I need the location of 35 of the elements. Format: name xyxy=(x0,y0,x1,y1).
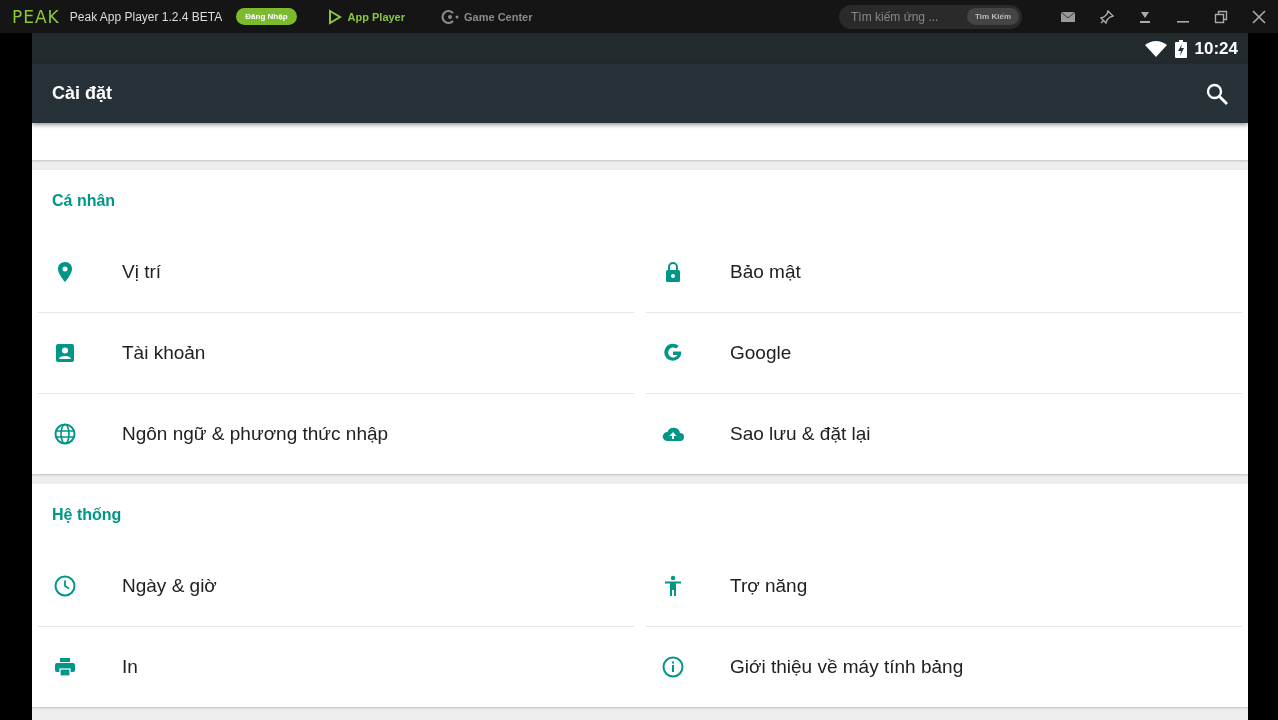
settings-item[interactable]: Vị trí xyxy=(38,232,634,313)
settings-item[interactable]: In xyxy=(38,627,634,707)
nav-tab[interactable]: App Player xyxy=(320,7,411,26)
app-logo: PEAK xyxy=(12,6,60,27)
toolbar-title: Cài đặt xyxy=(52,83,112,104)
app-title: Peak App Player 1.2.4 BETA xyxy=(69,9,223,24)
settings-item[interactable]: Bảo mật xyxy=(646,232,1242,313)
section-header: Hệ thống xyxy=(51,505,123,525)
printer-icon xyxy=(53,655,77,679)
restore-icon[interactable] xyxy=(1214,9,1228,24)
wifi-icon xyxy=(1144,40,1167,57)
settings-item[interactable]: Ngôn ngữ & phương thức nhập xyxy=(38,394,634,474)
settings-item[interactable]: Ngày & giờ xyxy=(38,546,634,627)
play-icon xyxy=(326,8,343,25)
battery-charging-icon xyxy=(1174,39,1187,58)
pin-icon[interactable] xyxy=(1100,9,1114,24)
close-icon[interactable] xyxy=(1252,9,1266,24)
search-icon[interactable] xyxy=(1205,81,1229,106)
status-time: 10:24 xyxy=(1194,38,1238,59)
globe-icon xyxy=(53,422,77,446)
settings-item[interactable]: Tài khoản xyxy=(38,313,634,394)
section-header: Cá nhân xyxy=(51,191,117,211)
account-icon xyxy=(53,341,77,365)
settings-item[interactable]: Google xyxy=(646,313,1242,394)
clock-icon xyxy=(53,574,77,598)
mail-icon[interactable] xyxy=(1060,10,1076,23)
download-icon[interactable] xyxy=(1138,9,1152,24)
settings-item[interactable]: Trợ năng xyxy=(646,546,1242,627)
nav-tab[interactable]: Game Center xyxy=(435,7,539,26)
search-button[interactable]: Tìm Kiếm xyxy=(967,8,1019,25)
search-field[interactable]: Tìm kiếm ứng ... Tìm Kiếm xyxy=(839,4,1022,29)
settings-item[interactable]: Giới thiệu về máy tính bảng xyxy=(646,627,1242,707)
settings-item[interactable]: Sao lưu & đặt lại xyxy=(646,394,1242,474)
info-icon xyxy=(661,655,685,679)
gamepad-icon xyxy=(441,8,459,25)
